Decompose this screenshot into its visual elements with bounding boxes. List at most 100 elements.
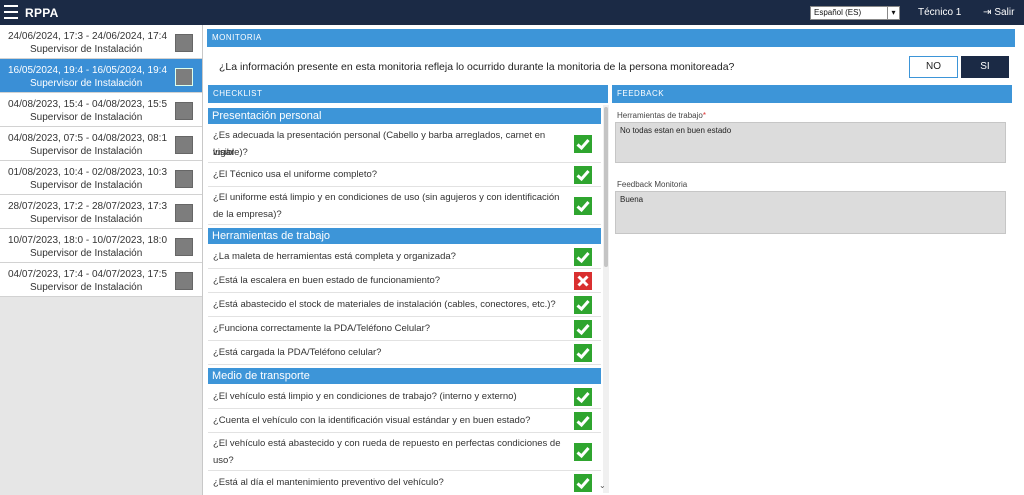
monitoria-list-item[interactable]: 04/08/2023, 07:5 - 04/08/2023, 08:1 Supe… [0, 127, 202, 161]
checklist-row: ¿Está al día el mantenimiento preventivo… [208, 471, 601, 493]
item-dates: 10/07/2023, 18:0 - 10/07/2023, 18:0 [8, 235, 168, 246]
row-text-line1: ¿Está abastecido el stock de materiales … [213, 299, 556, 310]
row-text-line1: ¿Está cargada la PDA/Teléfono celular? [213, 347, 382, 358]
status-square [175, 170, 193, 188]
check-icon[interactable] [574, 443, 592, 461]
row-text-line1: ¿El Técnico usa el uniforme completo? [213, 169, 378, 180]
language-select[interactable]: Español (ES) ▾ [810, 6, 900, 20]
checklist-header: CHECKLIST [208, 85, 608, 103]
check-icon[interactable] [574, 166, 592, 184]
monitoria-list-item[interactable]: 10/07/2023, 18:0 - 10/07/2023, 18:0 Supe… [0, 229, 202, 263]
monitoria-question: ¿La información presente en esta monitor… [219, 61, 735, 73]
tools-feedback-field[interactable]: No todas estan en buen estado [615, 122, 1006, 163]
checklist-row: ¿El uniforme está limpio y en condicione… [208, 187, 601, 225]
monitoria-list-item[interactable]: 24/06/2024, 17:3 - 24/06/2024, 17:4 Supe… [0, 25, 202, 59]
row-text-line1: ¿El vehículo está limpio y en condicione… [213, 391, 517, 402]
check-icon[interactable] [574, 474, 592, 492]
item-dates: 04/08/2023, 07:5 - 04/08/2023, 08:1 [8, 133, 168, 144]
check-icon[interactable] [574, 412, 592, 430]
status-square [175, 34, 193, 52]
row-text-line2: visible)? [213, 147, 248, 158]
check-icon[interactable] [574, 320, 592, 338]
category-header: Presentación personal [208, 108, 601, 124]
item-dates: 04/07/2023, 17:4 - 04/07/2023, 17:5 [8, 269, 168, 280]
monitoria-feedback-field[interactable]: Buena [615, 191, 1006, 234]
status-square [175, 272, 193, 290]
no-button[interactable]: NO [909, 56, 958, 78]
item-role: Supervisor de Instalación [30, 248, 143, 259]
check-icon[interactable] [574, 135, 592, 153]
si-button[interactable]: SI [961, 56, 1009, 78]
status-square [175, 136, 193, 154]
checklist-row: ¿El vehículo está limpio y en condicione… [208, 385, 601, 409]
check-icon[interactable] [574, 344, 592, 362]
tools-feedback-label-text: Herramientas de trabajo [617, 111, 703, 120]
checklist-row: ¿Está abastecido el stock de materiales … [208, 293, 601, 317]
item-role: Supervisor de Instalación [30, 112, 143, 123]
check-icon[interactable] [574, 296, 592, 314]
monitoria-list-item[interactable]: 01/08/2023, 10:4 - 02/08/2023, 10:3 Supe… [0, 161, 202, 195]
checklist-row: ¿Funciona correctamente la PDA/Teléfono … [208, 317, 601, 341]
required-marker: * [702, 111, 706, 120]
monitoria-list-item-active[interactable]: 16/05/2024, 19:4 - 16/05/2024, 19:4 Supe… [0, 59, 202, 93]
check-icon[interactable] [574, 197, 592, 215]
row-text-line1: ¿Está la escalera en buen estado de func… [213, 275, 441, 286]
item-dates: 04/08/2023, 15:4 - 04/08/2023, 15:5 [8, 99, 168, 110]
checklist-panel: Presentación personal ¿Es adecuada la pr… [208, 105, 603, 493]
checklist-row: ¿Está la escalera en buen estado de func… [208, 269, 601, 293]
row-text-line2: uso? [213, 455, 234, 466]
app-title: RPPA [25, 6, 59, 20]
item-dates: 28/07/2023, 17:2 - 28/07/2023, 17:3 [8, 201, 168, 212]
row-text-line1: ¿El vehículo está abastecido y con rueda… [213, 438, 561, 449]
user-name: Técnico 1 [918, 7, 962, 18]
item-role: Supervisor de Instalación [30, 44, 143, 55]
row-text-line2: de la empresa)? [213, 209, 282, 220]
monitoria-header: MONITORIA [207, 29, 1015, 47]
monitoria-list: 24/06/2024, 17:3 - 24/06/2024, 17:4 Supe… [0, 25, 203, 495]
row-text-line1: ¿Está al día el mantenimiento preventivo… [213, 477, 444, 488]
top-bar: RPPA Español (ES) ▾ Técnico 1 ⇥ Salir [0, 0, 1024, 25]
category-header: Medio de transporte [208, 368, 601, 384]
item-dates: 01/08/2023, 10:4 - 02/08/2023, 10:3 [8, 167, 168, 178]
chevron-down-icon: ▾ [887, 7, 899, 19]
item-role: Supervisor de Instalación [30, 146, 143, 157]
logout-icon: ⇥ [983, 7, 992, 18]
item-role: Supervisor de Instalación [30, 282, 143, 293]
item-role: Supervisor de Instalación [30, 78, 143, 89]
language-select-value: Español (ES) [814, 8, 862, 17]
checklist-scrollbar[interactable] [603, 105, 609, 493]
monitoria-list-item[interactable]: 04/08/2023, 15:4 - 04/08/2023, 15:5 Supe… [0, 93, 202, 127]
check-icon[interactable] [574, 388, 592, 406]
hamburger-menu-icon[interactable] [4, 5, 18, 19]
scroll-down-icon[interactable]: ⌄ [599, 481, 606, 490]
item-role: Supervisor de Instalación [30, 180, 143, 191]
checklist-row: ¿Cuenta el vehículo con la identificació… [208, 409, 601, 433]
status-square [175, 68, 193, 86]
checklist-row: ¿La maleta de herramientas está completa… [208, 245, 601, 269]
item-role: Supervisor de Instalación [30, 214, 143, 225]
tools-feedback-label: Herramientas de trabajo* [617, 111, 706, 120]
category-header: Herramientas de trabajo [208, 228, 601, 244]
item-dates: 24/06/2024, 17:3 - 24/06/2024, 17:4 [8, 31, 168, 42]
monitoria-list-item[interactable]: 28/07/2023, 17:2 - 28/07/2023, 17:3 Supe… [0, 195, 202, 229]
row-text-line1: ¿Cuenta el vehículo con la identificació… [213, 415, 531, 426]
status-square [175, 238, 193, 256]
checklist-row: ¿El Técnico usa el uniforme completo? [208, 163, 601, 187]
row-text-line1: ¿La maleta de herramientas está completa… [213, 251, 456, 262]
checklist-row: ¿Es adecuada la presentación personal (C… [208, 125, 601, 163]
item-dates: 16/05/2024, 19:4 - 16/05/2024, 19:4 [8, 65, 168, 76]
check-icon[interactable] [574, 248, 592, 266]
row-text-line1: ¿El uniforme está limpio y en condicione… [213, 192, 560, 203]
feedback-header: FEEDBACK [612, 85, 1012, 103]
monitoria-feedback-label: Feedback Monitoria [617, 180, 688, 189]
cross-icon[interactable] [574, 272, 592, 290]
status-square [175, 102, 193, 120]
checklist-row: ¿Está cargada la PDA/Teléfono celular? [208, 341, 601, 365]
monitoria-list-item[interactable]: 04/07/2023, 17:4 - 04/07/2023, 17:5 Supe… [0, 263, 202, 297]
checklist-row: ¿El vehículo está abastecido y con rueda… [208, 433, 601, 471]
logout-button[interactable]: ⇥ Salir [983, 7, 1014, 18]
scrollbar-thumb[interactable] [604, 107, 608, 267]
row-text-line1: ¿Funciona correctamente la PDA/Teléfono … [213, 323, 431, 334]
status-square [175, 204, 193, 222]
logout-label: Salir [994, 7, 1015, 18]
